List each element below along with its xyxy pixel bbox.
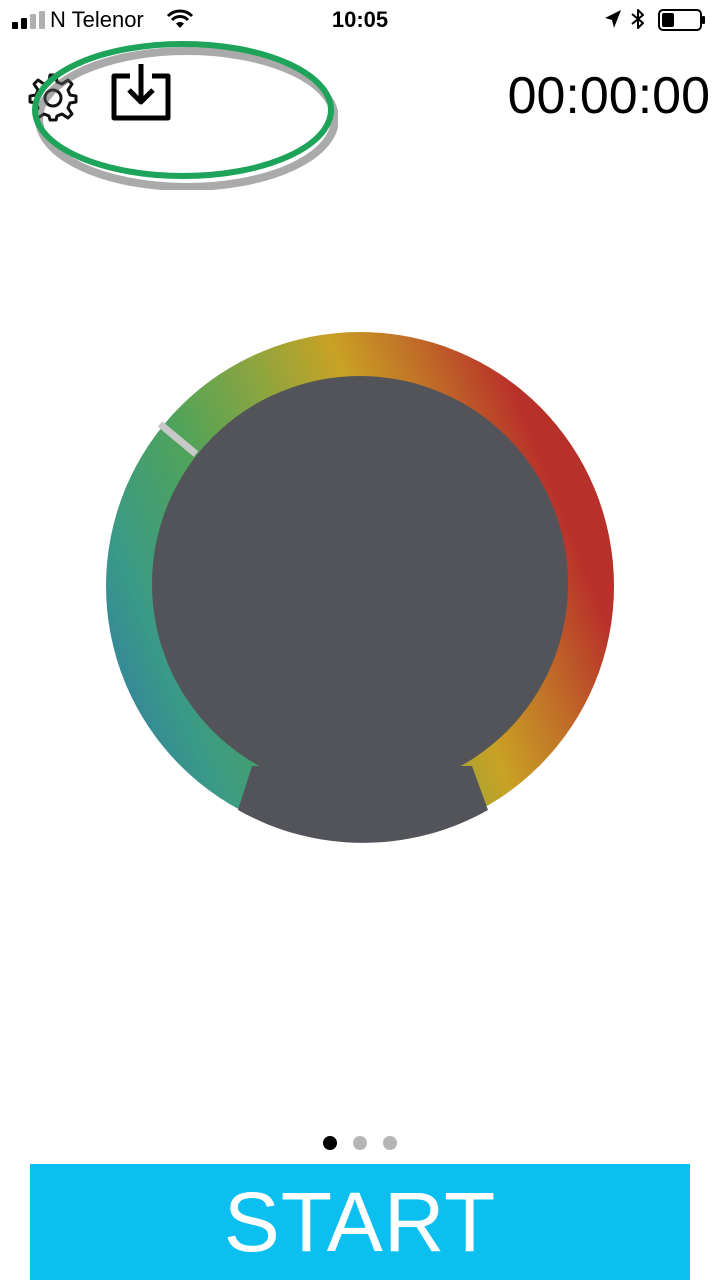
page-dot-3[interactable] bbox=[383, 1136, 397, 1150]
dial-center bbox=[152, 376, 568, 792]
start-button[interactable]: START bbox=[30, 1164, 690, 1280]
location-arrow-icon bbox=[605, 10, 621, 28]
status-bar: N Telenor 10:05 bbox=[0, 0, 720, 40]
intensity-dial[interactable] bbox=[100, 326, 620, 846]
battery-icon bbox=[658, 9, 705, 31]
page-indicator bbox=[0, 1136, 720, 1152]
page-dot-2[interactable] bbox=[353, 1136, 367, 1150]
elapsed-timer: 00:00:00 bbox=[507, 67, 710, 125]
bluetooth-icon bbox=[631, 9, 644, 29]
page-dot-1[interactable] bbox=[323, 1136, 337, 1150]
download-icon[interactable] bbox=[110, 62, 172, 122]
gear-icon[interactable] bbox=[28, 72, 78, 122]
